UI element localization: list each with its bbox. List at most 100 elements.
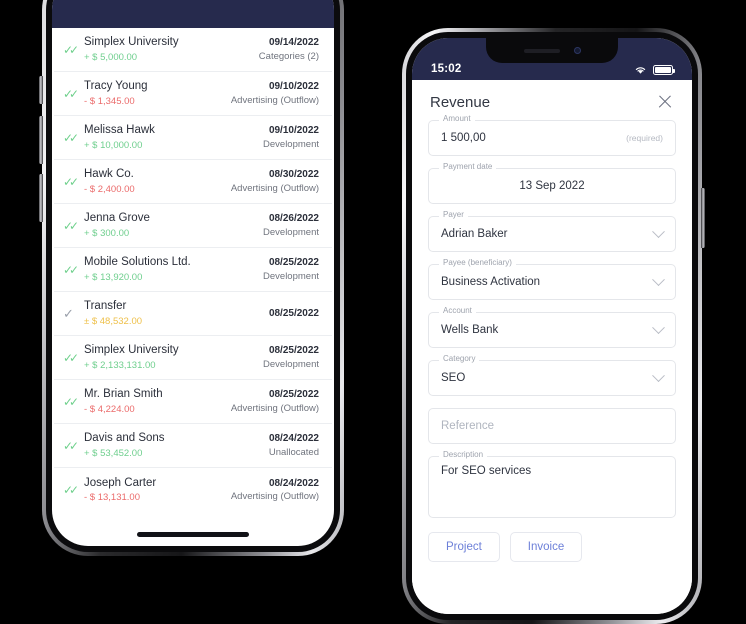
transaction-name: Melissa Hawk [84, 124, 155, 137]
chevron-down-icon[interactable] [652, 224, 665, 238]
transaction-date: 08/30/2022 [268, 169, 319, 181]
transaction-date: 08/24/2022 [268, 433, 319, 445]
field-value: SEO [441, 372, 466, 384]
volume-up-button[interactable] [39, 116, 43, 164]
field-payer[interactable]: Payer Adrian Baker [428, 211, 676, 252]
transaction-main: Jenna Grove + $ 300.00 [82, 211, 263, 240]
field-label: Payee (beneficiary) [439, 259, 516, 267]
home-indicator[interactable] [137, 532, 249, 537]
wifi-icon [635, 67, 646, 74]
check-double-icon: ✓✓ [63, 438, 79, 453]
sheet-title: Revenue [430, 93, 491, 111]
check-single-icon: ✓ [63, 306, 74, 321]
transaction-category: Categories (2) [258, 50, 319, 62]
transaction-date: 08/25/2022 [268, 345, 319, 357]
transaction-row[interactable]: ✓ Transfer ± $ 48,532.00 08/25/2022 [54, 292, 332, 336]
transaction-row[interactable]: ✓✓ Hawk Co. - $ 2,400.00 08/30/2022 Advertis… [54, 160, 332, 204]
invoice-button[interactable]: Invoice [509, 532, 583, 562]
transaction-name: Jenna Grove [84, 212, 150, 225]
transaction-category: Advertising (Outflow) [230, 491, 319, 503]
transaction-amount: - $ 1,345.00 [84, 95, 135, 107]
transaction-amount: - $ 2,400.00 [84, 183, 135, 195]
check-double-icon: ✓✓ [63, 130, 79, 145]
transaction-name: Hawk Co. [84, 168, 134, 181]
form-action-buttons: Project Invoice [428, 532, 676, 562]
transaction-amount: + $ 5,000.00 [84, 51, 138, 63]
field-label: Description [439, 451, 488, 459]
transaction-main: Melissa Hawk + $ 10,000.00 [82, 123, 263, 152]
transaction-row[interactable]: ✓✓ Tracy Young - $ 1,345.00 09/10/2022 Adver… [54, 72, 332, 116]
mute-switch[interactable] [39, 76, 43, 104]
check-double-icon: ✓✓ [63, 174, 79, 189]
transaction-name: Mr. Brian Smith [84, 388, 163, 401]
transaction-meta: 08/24/2022 Advertising (Outflow) [231, 477, 319, 504]
transaction-date: 09/10/2022 [268, 81, 319, 93]
transaction-main: Joseph Carter - $ 13,131.00 [82, 476, 231, 505]
check-double-icon: ✓✓ [63, 394, 79, 409]
transaction-category: Advertising (Outflow) [230, 94, 319, 106]
transaction-row[interactable]: ✓✓ Davis and Sons + $ 53,452.00 08/24/2022 U… [54, 424, 332, 468]
transaction-row[interactable]: ✓✓ Mr. Brian Smith - $ 4,224.00 08/25/2022 A… [54, 380, 332, 424]
transaction-date: 08/25/2022 [268, 307, 319, 319]
transaction-amount: + $ 10,000.00 [84, 139, 143, 151]
power-button[interactable] [701, 188, 705, 248]
field-payment-date[interactable]: Payment date 13 Sep 2022 [428, 163, 676, 204]
transaction-row[interactable]: ✓✓ Jenna Grove + $ 300.00 08/26/2022 Develop… [54, 204, 332, 248]
transaction-name: Davis and Sons [84, 432, 165, 445]
right-phone-bezel: 15:02 Revenue Amount 1 500,00 (required) Pa… [406, 32, 698, 620]
transaction-category: Development [263, 138, 319, 150]
transaction-row[interactable]: ✓✓ Simplex University + $ 5,000.00 09/14/20… [54, 28, 332, 72]
field-amount[interactable]: Amount 1 500,00 (required) [428, 115, 676, 156]
transaction-meta: 08/25/2022 Development [263, 344, 319, 371]
transaction-row[interactable]: ✓✓ Melissa Hawk + $ 10,000.00 09/10/2022 Dev… [54, 116, 332, 160]
transaction-amount: - $ 13,131.00 [84, 492, 140, 504]
transaction-meta: 09/10/2022 Development [263, 124, 319, 151]
transaction-meta: 08/30/2022 Advertising (Outflow) [231, 168, 319, 195]
field-category[interactable]: Category SEO [428, 355, 676, 396]
left-app-header-bar [52, 0, 334, 28]
field-account[interactable]: Account Wells Bank [428, 307, 676, 348]
field-placeholder: Reference [441, 420, 495, 432]
status-indicators [634, 65, 675, 75]
field-reference[interactable]: Reference [428, 408, 676, 444]
transaction-date: 08/25/2022 [268, 257, 319, 269]
revenue-form-sheet: Revenue Amount 1 500,00 (required) Payment … [412, 80, 692, 614]
transaction-name: Joseph Carter [84, 476, 157, 489]
volume-down-button[interactable] [39, 174, 43, 222]
transaction-name: Mobile Solutions Ltd. [84, 256, 191, 269]
transaction-row[interactable]: ✓✓ Joseph Carter - $ 13,131.00 08/24/2022 Ad… [54, 468, 332, 512]
transaction-date: 08/24/2022 [268, 477, 319, 489]
check-double-icon: ✓✓ [63, 42, 79, 57]
form-fields-container: Amount 1 500,00 (required) Payment date 13 S… [428, 115, 676, 518]
chevron-down-icon[interactable] [652, 368, 665, 382]
battery-icon [653, 65, 675, 75]
field-value: 13 Sep 2022 [519, 180, 585, 192]
field-description[interactable]: Description For SEO services [428, 451, 676, 518]
field-label: Payment date [439, 163, 497, 171]
transaction-category: Advertising (Outflow) [230, 182, 319, 194]
close-icon[interactable] [656, 93, 674, 111]
field-label: Category [439, 355, 480, 363]
transaction-list: ✓✓ Simplex University + $ 5,000.00 09/14/20… [52, 28, 334, 512]
field-label: Payer [439, 211, 468, 219]
transaction-meta: 08/25/2022 [269, 307, 319, 321]
transaction-meta: 08/26/2022 Development [263, 212, 319, 239]
transaction-main: Transfer ± $ 48,532.00 [82, 299, 269, 328]
chevron-down-icon[interactable] [652, 320, 665, 334]
transaction-amount: - $ 4,224.00 [84, 403, 135, 415]
field-value: Business Activation [441, 276, 541, 288]
field-value: Adrian Baker [441, 228, 508, 240]
field-payee-beneficiary[interactable]: Payee (beneficiary) Business Activation [428, 259, 676, 300]
transaction-row[interactable]: ✓✓ Mobile Solutions Ltd. + $ 13,920.00 08/2… [54, 248, 332, 292]
check-double-icon: ✓✓ [63, 262, 79, 277]
chevron-down-icon[interactable] [652, 272, 665, 286]
right-phone-screen: 15:02 Revenue Amount 1 500,00 (required) Pa… [412, 38, 692, 614]
transaction-category: Advertising (Outflow) [230, 402, 319, 414]
check-double-icon: ✓✓ [63, 483, 79, 497]
status-bar: 15:02 [412, 38, 692, 80]
transaction-category: Development [263, 270, 319, 282]
front-camera-icon [573, 47, 581, 54]
transaction-row[interactable]: ✓✓ Simplex University + $ 2,133,131.00 08/2… [54, 336, 332, 380]
transaction-main: Tracy Young - $ 1,345.00 [82, 79, 231, 108]
project-button[interactable]: Project [428, 532, 500, 562]
